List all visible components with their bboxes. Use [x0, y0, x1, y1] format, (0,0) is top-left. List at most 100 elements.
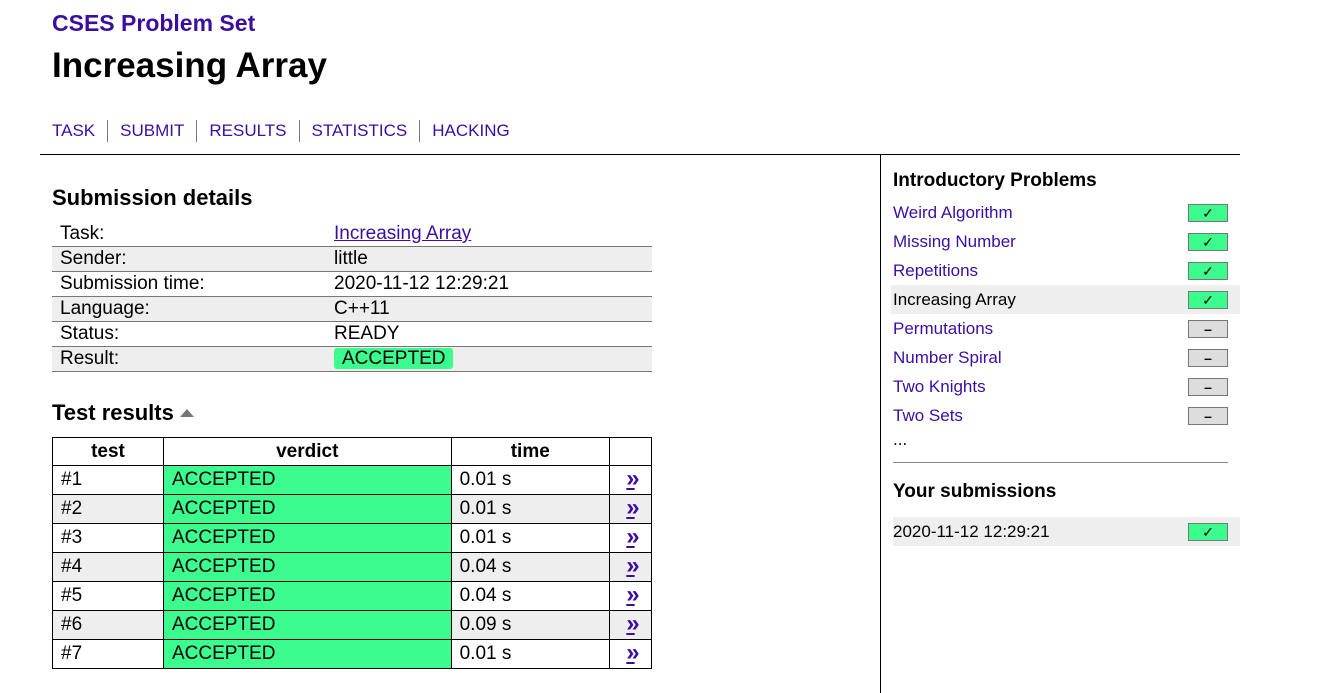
detail-row-task: Task: Increasing Array [52, 222, 652, 247]
test-time: 0.04 s [450, 552, 610, 582]
problem-item: Number Spiral – [891, 343, 1240, 372]
problem-link[interactable]: Two Sets [893, 406, 963, 426]
problem-item: Two Knights – [891, 372, 1240, 401]
test-time: 0.04 s [450, 581, 610, 611]
test-verdict: ACCEPTED [162, 523, 452, 553]
column-header-test: test [52, 437, 164, 466]
sidebar: Introductory Problems Weird Algorithm ✓ … [891, 170, 1240, 546]
test-results-table: test verdict time #1 ACCEPTED 0.01 s » #… [52, 437, 653, 669]
view-test-icon[interactable]: » [626, 611, 640, 635]
dash-icon: – [1188, 348, 1228, 367]
test-verdict: ACCEPTED [162, 581, 452, 611]
task-nav: TASK SUBMIT RESULTS STATISTICS HACKING [52, 120, 522, 142]
detail-row-status: Status: READY [52, 321, 652, 347]
table-row: #4 ACCEPTED 0.04 s » [52, 552, 653, 582]
detail-value: C++11 [326, 296, 652, 322]
nav-results[interactable]: RESULTS [196, 120, 298, 142]
nav-task[interactable]: TASK [52, 120, 107, 142]
table-row: #3 ACCEPTED 0.01 s » [52, 523, 653, 553]
test-time: 0.01 s [450, 639, 610, 669]
detail-label: Submission time: [52, 271, 326, 297]
test-time: 0.09 s [450, 610, 610, 640]
submission-time: 2020-11-12 12:29:21 [893, 521, 1050, 541]
page-title: Increasing Array [52, 46, 327, 85]
table-row: #7 ACCEPTED 0.01 s » [52, 639, 653, 669]
problem-link[interactable]: Weird Algorithm [893, 203, 1013, 223]
view-test-icon[interactable]: » [626, 495, 640, 519]
test-verdict: ACCEPTED [162, 494, 452, 524]
your-submissions-heading: Your submissions [893, 481, 1057, 502]
table-header-row: test verdict time [52, 437, 653, 466]
view-test-icon[interactable]: » [626, 553, 640, 577]
table-row: #5 ACCEPTED 0.04 s » [52, 581, 653, 611]
nav-submit[interactable]: SUBMIT [107, 120, 196, 142]
view-test-icon[interactable]: » [626, 466, 640, 490]
check-icon: ✓ [1188, 290, 1228, 309]
problem-item: Missing Number ✓ [891, 227, 1240, 256]
column-header-details [608, 437, 653, 466]
detail-value: 2020-11-12 12:29:21 [326, 271, 652, 297]
check-icon: ✓ [1188, 232, 1228, 251]
detail-row-result: Result: ACCEPTED [52, 346, 652, 372]
check-icon: ✓ [1188, 203, 1228, 222]
problem-link[interactable]: Missing Number [893, 232, 1016, 252]
result-badge: ACCEPTED [334, 348, 454, 369]
test-verdict: ACCEPTED [162, 465, 452, 495]
problem-item: Two Sets – [891, 401, 1240, 430]
problem-link[interactable]: Increasing Array [893, 290, 1016, 310]
detail-label: Task: [52, 222, 326, 247]
dash-icon: – [1188, 319, 1228, 338]
check-icon: ✓ [1188, 522, 1228, 541]
detail-row-time: Submission time: 2020-11-12 12:29:21 [52, 271, 652, 297]
sidebar-divider [880, 155, 881, 693]
column-header-verdict: verdict [162, 437, 452, 466]
collapse-triangle-icon[interactable] [179, 409, 194, 417]
view-test-icon[interactable]: » [626, 640, 640, 664]
more-problems-ellipsis: ... [893, 430, 908, 449]
submission-details-table: Task: Increasing Array Sender: little Su… [52, 222, 652, 372]
problem-link[interactable]: Number Spiral [893, 348, 1002, 368]
problem-item: Permutations – [891, 314, 1240, 343]
problem-item: Weird Algorithm ✓ [891, 198, 1240, 227]
test-id: #2 [52, 494, 164, 524]
test-time: 0.01 s [450, 465, 610, 495]
submission-item[interactable]: 2020-11-12 12:29:21 ✓ [893, 517, 1240, 546]
table-row: #2 ACCEPTED 0.01 s » [52, 494, 653, 524]
sidebar-separator [893, 462, 1228, 463]
column-header-time: time [450, 437, 610, 466]
detail-label: Result: [52, 346, 326, 372]
detail-label: Status: [52, 321, 326, 347]
view-test-icon[interactable]: » [626, 582, 640, 606]
check-icon: ✓ [1188, 261, 1228, 280]
problem-list: Weird Algorithm ✓ Missing Number ✓ Repet… [891, 198, 1240, 430]
detail-label: Language: [52, 296, 326, 322]
header-divider [40, 154, 1240, 155]
test-verdict: ACCEPTED [162, 610, 452, 640]
test-id: #5 [52, 581, 164, 611]
test-id: #4 [52, 552, 164, 582]
test-id: #7 [52, 639, 164, 669]
table-row: #1 ACCEPTED 0.01 s » [52, 465, 653, 495]
test-id: #1 [52, 465, 164, 495]
detail-value: little [326, 246, 652, 272]
test-verdict: ACCEPTED [162, 639, 452, 669]
test-results-title: Test results [52, 400, 174, 425]
nav-statistics[interactable]: STATISTICS [298, 120, 420, 142]
test-time: 0.01 s [450, 523, 610, 553]
submission-details-heading: Submission details [52, 185, 253, 210]
test-results-heading[interactable]: Test results [52, 400, 194, 426]
problem-link[interactable]: Two Knights [893, 377, 986, 397]
detail-value: READY [326, 321, 652, 347]
nav-hacking[interactable]: HACKING [419, 120, 521, 142]
task-link[interactable]: Increasing Array [334, 223, 471, 244]
detail-row-sender: Sender: little [52, 246, 652, 272]
problem-link[interactable]: Permutations [893, 319, 993, 339]
dash-icon: – [1188, 377, 1228, 396]
table-row: #6 ACCEPTED 0.09 s » [52, 610, 653, 640]
view-test-icon[interactable]: » [626, 524, 640, 548]
detail-label: Sender: [52, 246, 326, 272]
site-title[interactable]: CSES Problem Set [52, 10, 255, 37]
sidebar-heading: Introductory Problems [893, 170, 1097, 191]
problem-link[interactable]: Repetitions [893, 261, 978, 281]
test-id: #6 [52, 610, 164, 640]
